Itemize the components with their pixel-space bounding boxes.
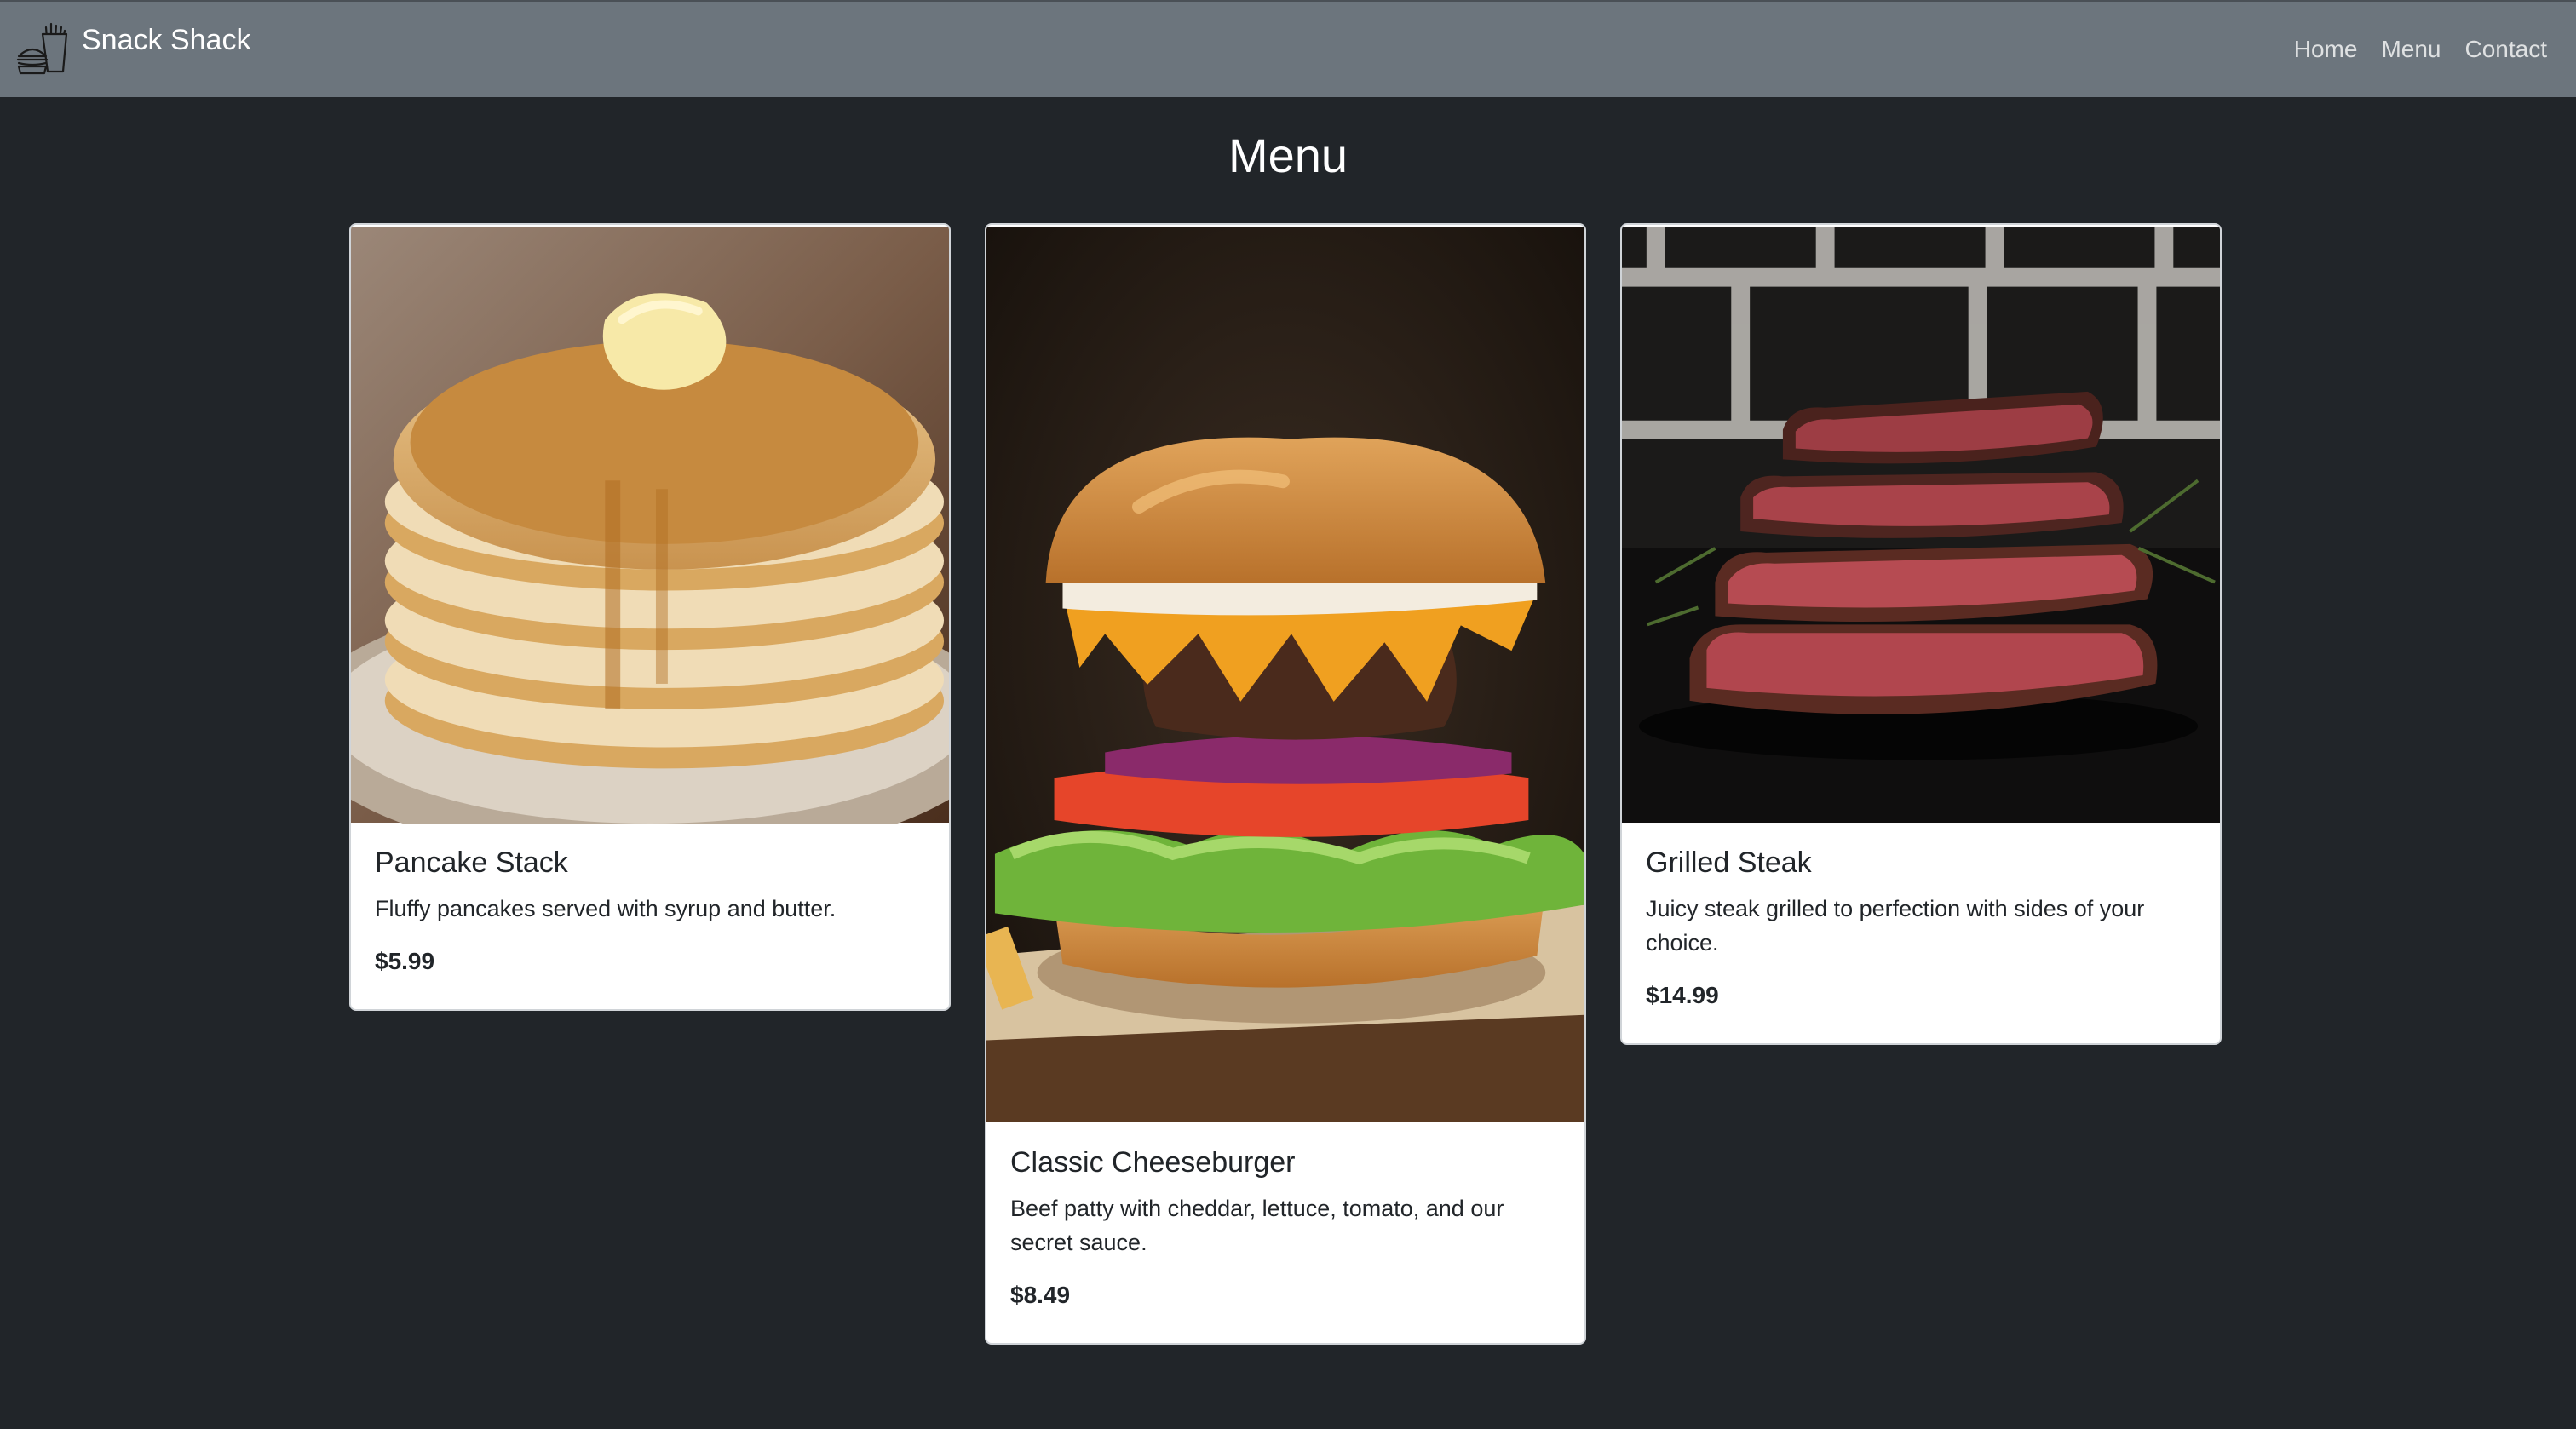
brand[interactable]: Snack Shack [15,19,250,80]
grilled-steak-photo [1622,226,2220,824]
nav-link-home[interactable]: Home [2270,36,2358,63]
pancake-stack-photo [351,226,949,824]
card-description: Fluffy pancakes served with syrup and bu… [375,896,837,921]
menu-card-grilled-steak: Grilled Steak Juicy steak grilled to per… [1620,223,2222,1045]
card-price: $14.99 [1646,982,1719,1008]
card-price: $5.99 [375,948,435,974]
fries-and-burger-icon [16,22,68,75]
card-body: Grilled Steak Juicy steak grilled to per… [1622,824,2220,1043]
cheeseburger-photo [986,227,1584,1122]
card-price: $8.49 [1010,1282,1071,1308]
menu-cards: Pancake Stack Fluffy pancakes served wit… [349,223,2228,1345]
nav-link-contact[interactable]: Contact [2441,36,2548,63]
card-body: Classic Cheeseburger Beef patty with che… [986,1124,1584,1343]
nav-links: Home Menu Contact [2270,36,2547,63]
card-title: Pancake Stack [375,846,568,879]
card-body: Pancake Stack Fluffy pancakes served wit… [351,824,949,1009]
page-title: Menu [1228,129,1348,182]
card-title: Classic Cheeseburger [1010,1146,1296,1179]
top-navbar: Snack Shack Home Menu Contact [0,0,2576,97]
card-title: Grilled Steak [1646,846,1812,879]
menu-card-pancake-stack: Pancake Stack Fluffy pancakes served wit… [349,223,951,1011]
nav-link-menu[interactable]: Menu [2357,36,2441,63]
card-description: Juicy steak grilled to perfection with s… [1646,896,2145,956]
card-description: Beef patty with cheddar, lettuce, tomato… [1010,1196,1504,1255]
menu-card-classic-cheeseburger: Classic Cheeseburger Beef patty with che… [985,223,1586,1345]
brand-name: Snack Shack [82,24,251,56]
